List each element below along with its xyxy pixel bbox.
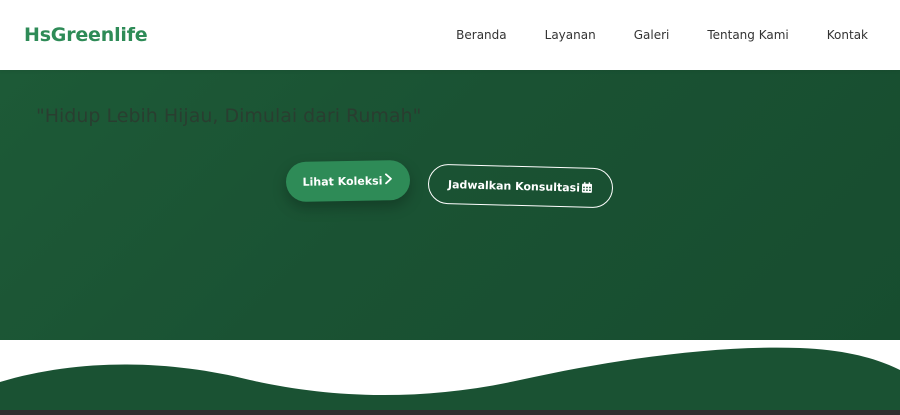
nav-link-galeri[interactable]: Galeri bbox=[634, 28, 670, 42]
schedule-consultation-label: Jadwalkan Konsultasi bbox=[447, 177, 581, 195]
brand-logo[interactable]: HsGreenlife bbox=[24, 24, 148, 46]
view-collection-label: Lihat Koleksi bbox=[302, 173, 383, 189]
calendar-icon bbox=[581, 182, 593, 194]
top-navbar: HsGreenlife Beranda Layanan Galeri Tenta… bbox=[0, 0, 900, 70]
view-collection-button[interactable]: Lihat Koleksi bbox=[285, 159, 411, 203]
nav-link-beranda[interactable]: Beranda bbox=[456, 28, 506, 42]
nav-link-tentang-kami[interactable]: Tentang Kami bbox=[707, 28, 788, 42]
bottom-strip bbox=[0, 410, 900, 415]
hero-tagline: "Hidup Lebih Hijau, Dimulai dari Rumah" bbox=[36, 105, 422, 127]
chevron-right-icon bbox=[384, 173, 393, 187]
wave-divider bbox=[0, 340, 900, 415]
nav-menu: Beranda Layanan Galeri Tentang Kami Kont… bbox=[456, 28, 868, 42]
hero-section: "Hidup Lebih Hijau, Dimulai dari Rumah" … bbox=[0, 70, 900, 340]
nav-link-kontak[interactable]: Kontak bbox=[827, 28, 868, 42]
wave-shape bbox=[0, 347, 900, 415]
nav-link-layanan[interactable]: Layanan bbox=[545, 28, 596, 42]
schedule-consultation-button[interactable]: Jadwalkan Konsultasi bbox=[427, 163, 614, 209]
